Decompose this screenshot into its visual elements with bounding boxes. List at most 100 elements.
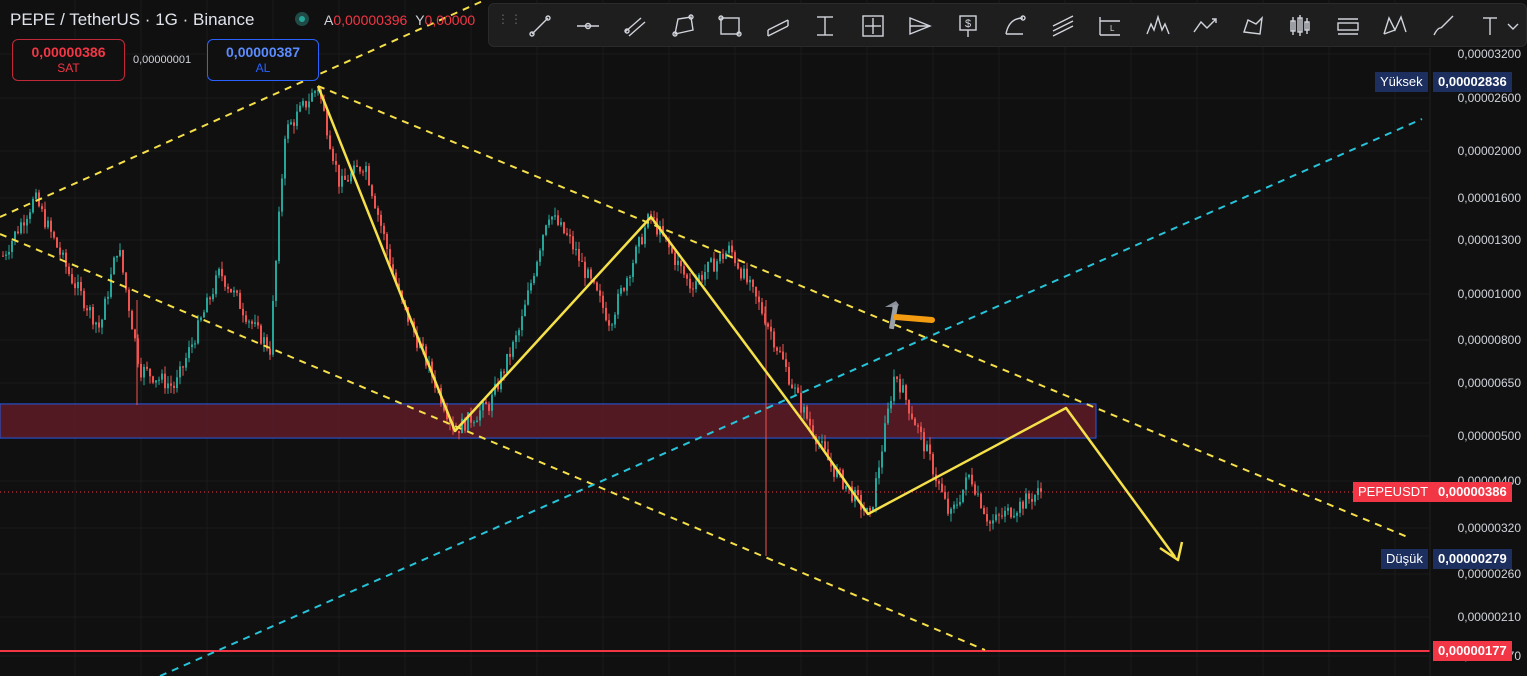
candle-body — [800, 392, 802, 413]
candle-body — [35, 192, 37, 199]
chart-canvas[interactable] — [0, 0, 1527, 676]
candle-body — [608, 320, 610, 326]
long-position-icon[interactable]: L — [1093, 9, 1127, 43]
drag-handle-icon[interactable]: ⋮⋮ — [497, 13, 522, 36]
candle-body — [257, 322, 259, 326]
candle-body — [248, 321, 250, 323]
candle-body — [191, 344, 193, 348]
ohlc-high-value: 0,00000396 — [333, 12, 408, 28]
ascending-trend-line — [159, 118, 1423, 676]
head-shoulders-icon[interactable] — [1141, 9, 1175, 43]
candle-body — [521, 316, 523, 331]
candle-body — [62, 252, 64, 255]
price-label-icon[interactable] — [1331, 9, 1365, 43]
candle-body — [284, 138, 286, 179]
sell-button[interactable]: 0,00000386 SAT — [12, 39, 125, 81]
brush-icon[interactable] — [1426, 9, 1460, 43]
candle-body — [239, 292, 241, 309]
pattern-icon[interactable] — [1236, 9, 1270, 43]
parallel-channel-icon[interactable] — [618, 9, 652, 43]
candle-body — [107, 296, 109, 299]
candle-body — [338, 164, 340, 187]
pitchfork-icon[interactable] — [903, 9, 937, 43]
candle-body — [236, 290, 238, 293]
text-icon[interactable] — [1473, 9, 1507, 43]
candle-body — [563, 222, 565, 234]
polygon-icon[interactable] — [666, 9, 700, 43]
candle-body — [557, 215, 559, 225]
candle-body — [134, 329, 136, 339]
symbol-title[interactable]: PEPE / TetherUS · 1G · Binance — [10, 10, 254, 30]
price-note-icon[interactable]: $ — [951, 9, 985, 43]
candle-body — [596, 282, 598, 291]
arc-icon[interactable] — [998, 9, 1032, 43]
candle-body — [503, 371, 505, 373]
candle-body — [743, 268, 745, 279]
rectangle-icon[interactable] — [713, 9, 747, 43]
candle-body — [893, 376, 895, 401]
candle-body — [374, 195, 376, 209]
channel-icon[interactable] — [761, 9, 795, 43]
candle-body — [545, 225, 547, 236]
xabcd-icon[interactable] — [1378, 9, 1412, 43]
candles-icon[interactable] — [1283, 9, 1317, 43]
candle-body — [29, 212, 31, 219]
candle-body — [251, 321, 253, 324]
candle-body — [260, 325, 262, 344]
candle-body — [932, 454, 934, 475]
candle-body — [212, 294, 214, 300]
candle-body — [65, 252, 67, 267]
candle-body — [389, 249, 391, 265]
candle-body — [32, 198, 34, 213]
candle-body — [611, 324, 613, 326]
candle-body — [551, 216, 553, 220]
candle-body — [602, 295, 604, 308]
support-level-value: 0,00000177 — [1433, 641, 1512, 661]
chevron-down-icon[interactable] — [1503, 9, 1523, 43]
candle-body — [11, 240, 13, 252]
path-icon[interactable] — [1188, 9, 1222, 43]
horizontal-ray-icon[interactable] — [571, 9, 605, 43]
low-value: 0,00000279 — [1433, 549, 1512, 569]
candle-body — [734, 252, 736, 264]
candle-body — [626, 278, 628, 291]
candle-body — [1004, 510, 1006, 517]
candle-body — [980, 493, 982, 508]
buy-button[interactable]: 0,00000387 AL — [207, 39, 319, 81]
candle-body — [590, 269, 592, 279]
price-axis-label: 0,00003200 — [1457, 47, 1521, 61]
candle-body — [572, 236, 574, 250]
candle-body — [362, 171, 364, 173]
multi-line-icon[interactable] — [1046, 9, 1080, 43]
svg-text:L: L — [1110, 24, 1115, 33]
candle-body — [539, 250, 541, 262]
candle-body — [290, 122, 292, 125]
candle-body — [335, 160, 337, 165]
candle-body — [638, 237, 640, 247]
candle-body — [536, 261, 538, 276]
candle-body — [359, 167, 361, 172]
trend-line-icon[interactable] — [523, 9, 557, 43]
candle-body — [977, 493, 979, 495]
candle-body — [20, 222, 22, 234]
candle-body — [83, 290, 85, 309]
price-axis-label: 0,00000800 — [1457, 333, 1521, 347]
candle-body — [884, 423, 886, 452]
candle-body — [767, 323, 769, 327]
ohlc-low-key: Y — [415, 12, 425, 28]
candle-body — [209, 297, 211, 300]
candle-body — [77, 282, 79, 289]
low-label: Düşük — [1381, 549, 1428, 569]
candle-body — [506, 353, 508, 373]
date-price-range-icon[interactable] — [856, 9, 890, 43]
candle-body — [329, 135, 331, 149]
candle-body — [728, 245, 730, 253]
candle-body — [695, 281, 697, 290]
candle-body — [797, 387, 799, 393]
candle-body — [473, 422, 475, 424]
candle-body — [566, 233, 568, 235]
price-axis-label: 0,00000210 — [1457, 610, 1521, 624]
candle-body — [719, 253, 721, 262]
candle-body — [314, 91, 316, 93]
vertical-range-icon[interactable] — [808, 9, 842, 43]
